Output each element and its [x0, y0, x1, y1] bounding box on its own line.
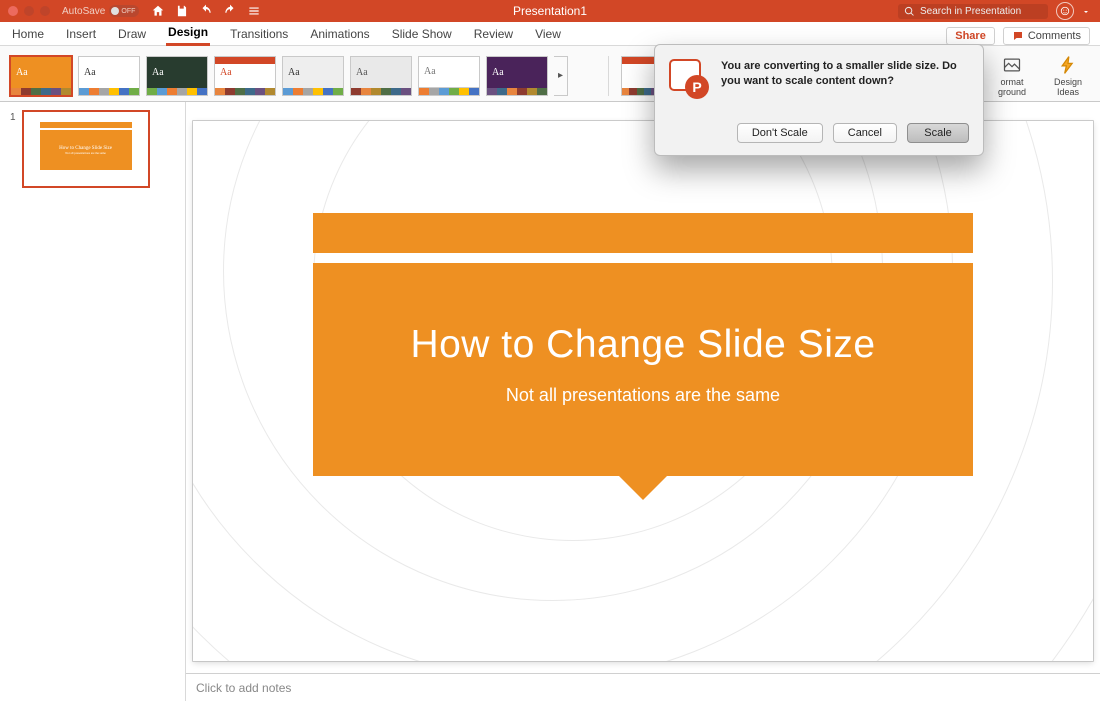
window-controls	[8, 6, 50, 16]
theme-option-7[interactable]: Aa	[418, 56, 480, 96]
format-background-icon	[1002, 55, 1022, 75]
slide-panel: 1 How to Change Slide Size Not all prese…	[0, 102, 186, 701]
ribbon-tabs: Home Insert Draw Design Transitions Anim…	[0, 22, 1100, 46]
slide-subtitle: Not all presentations are the same	[343, 385, 943, 406]
design-ideas-button[interactable]: Design Ideas	[1046, 54, 1090, 97]
tab-design[interactable]: Design	[166, 21, 210, 46]
dialog-message: You are converting to a smaller slide si…	[721, 59, 969, 89]
dont-scale-button[interactable]: Don't Scale	[737, 123, 823, 143]
account-chevron-icon[interactable]	[1082, 7, 1090, 15]
theme-option-6[interactable]: Aa	[350, 56, 412, 96]
scale-dialog: P You are converting to a smaller slide …	[654, 44, 984, 156]
theme-option-2[interactable]: Aa	[78, 56, 140, 96]
tab-transitions[interactable]: Transitions	[228, 23, 290, 45]
slide-stage: How to Change Slide Size Not all present…	[186, 102, 1100, 673]
autosave-label: AutoSave	[62, 6, 105, 17]
format-background-button[interactable]: ormat ground	[990, 54, 1034, 97]
cancel-button[interactable]: Cancel	[833, 123, 897, 143]
slide-thumbnail-1[interactable]: 1 How to Change Slide Size Not all prese…	[10, 110, 175, 188]
search-icon	[904, 6, 915, 17]
tab-insert[interactable]: Insert	[64, 23, 98, 45]
redo-icon[interactable]	[223, 4, 237, 18]
ribbon-separator	[608, 56, 609, 96]
home-icon[interactable]	[151, 4, 165, 18]
theme-option-1[interactable]: Aa	[10, 56, 72, 96]
slide-title-block[interactable]: How to Change Slide Size Not all present…	[313, 263, 973, 476]
maximize-window-button[interactable]	[40, 6, 50, 16]
save-icon[interactable]	[175, 4, 189, 18]
theme-option-3[interactable]: Aa	[146, 56, 208, 96]
share-button[interactable]: Share	[946, 27, 995, 45]
search-input[interactable]: Search in Presentation	[898, 4, 1048, 19]
theme-option-4[interactable]: Aa	[214, 56, 276, 96]
lightning-icon	[1058, 55, 1078, 75]
autosave-toggle[interactable]: AutoSave OFF	[62, 5, 139, 17]
notes-placeholder: Click to add notes	[196, 681, 291, 695]
tab-review[interactable]: Review	[472, 23, 515, 45]
account-badge[interactable]	[1056, 2, 1074, 20]
scale-button[interactable]: Scale	[907, 123, 969, 143]
customize-quick-access-icon[interactable]	[247, 4, 261, 18]
titlebar: AutoSave OFF Presentation1 Search in Pre…	[0, 0, 1100, 22]
slide-accent-bar	[313, 213, 973, 253]
themes-more-button[interactable]: ▸	[554, 56, 568, 96]
speech-tail-icon	[617, 474, 669, 500]
tab-home[interactable]: Home	[10, 23, 46, 45]
slide-title: How to Change Slide Size	[343, 323, 943, 367]
minimize-window-button[interactable]	[24, 6, 34, 16]
theme-option-5[interactable]: Aa	[282, 56, 344, 96]
comments-button[interactable]: Comments	[1003, 27, 1090, 45]
theme-option-8[interactable]: Aa	[486, 56, 548, 96]
document-title: Presentation1	[513, 4, 587, 18]
undo-icon[interactable]	[199, 4, 213, 18]
notes-pane[interactable]: Click to add notes	[186, 673, 1100, 701]
powerpoint-icon: P	[669, 59, 709, 99]
tab-view[interactable]: View	[533, 23, 563, 45]
close-window-button[interactable]	[8, 6, 18, 16]
comments-icon	[1012, 30, 1024, 42]
search-placeholder: Search in Presentation	[920, 6, 1021, 17]
tab-slideshow[interactable]: Slide Show	[390, 23, 454, 45]
tab-draw[interactable]: Draw	[116, 23, 148, 45]
slide-canvas[interactable]: How to Change Slide Size Not all present…	[193, 121, 1093, 661]
slide-number: 1	[10, 110, 16, 188]
tab-animations[interactable]: Animations	[308, 23, 371, 45]
